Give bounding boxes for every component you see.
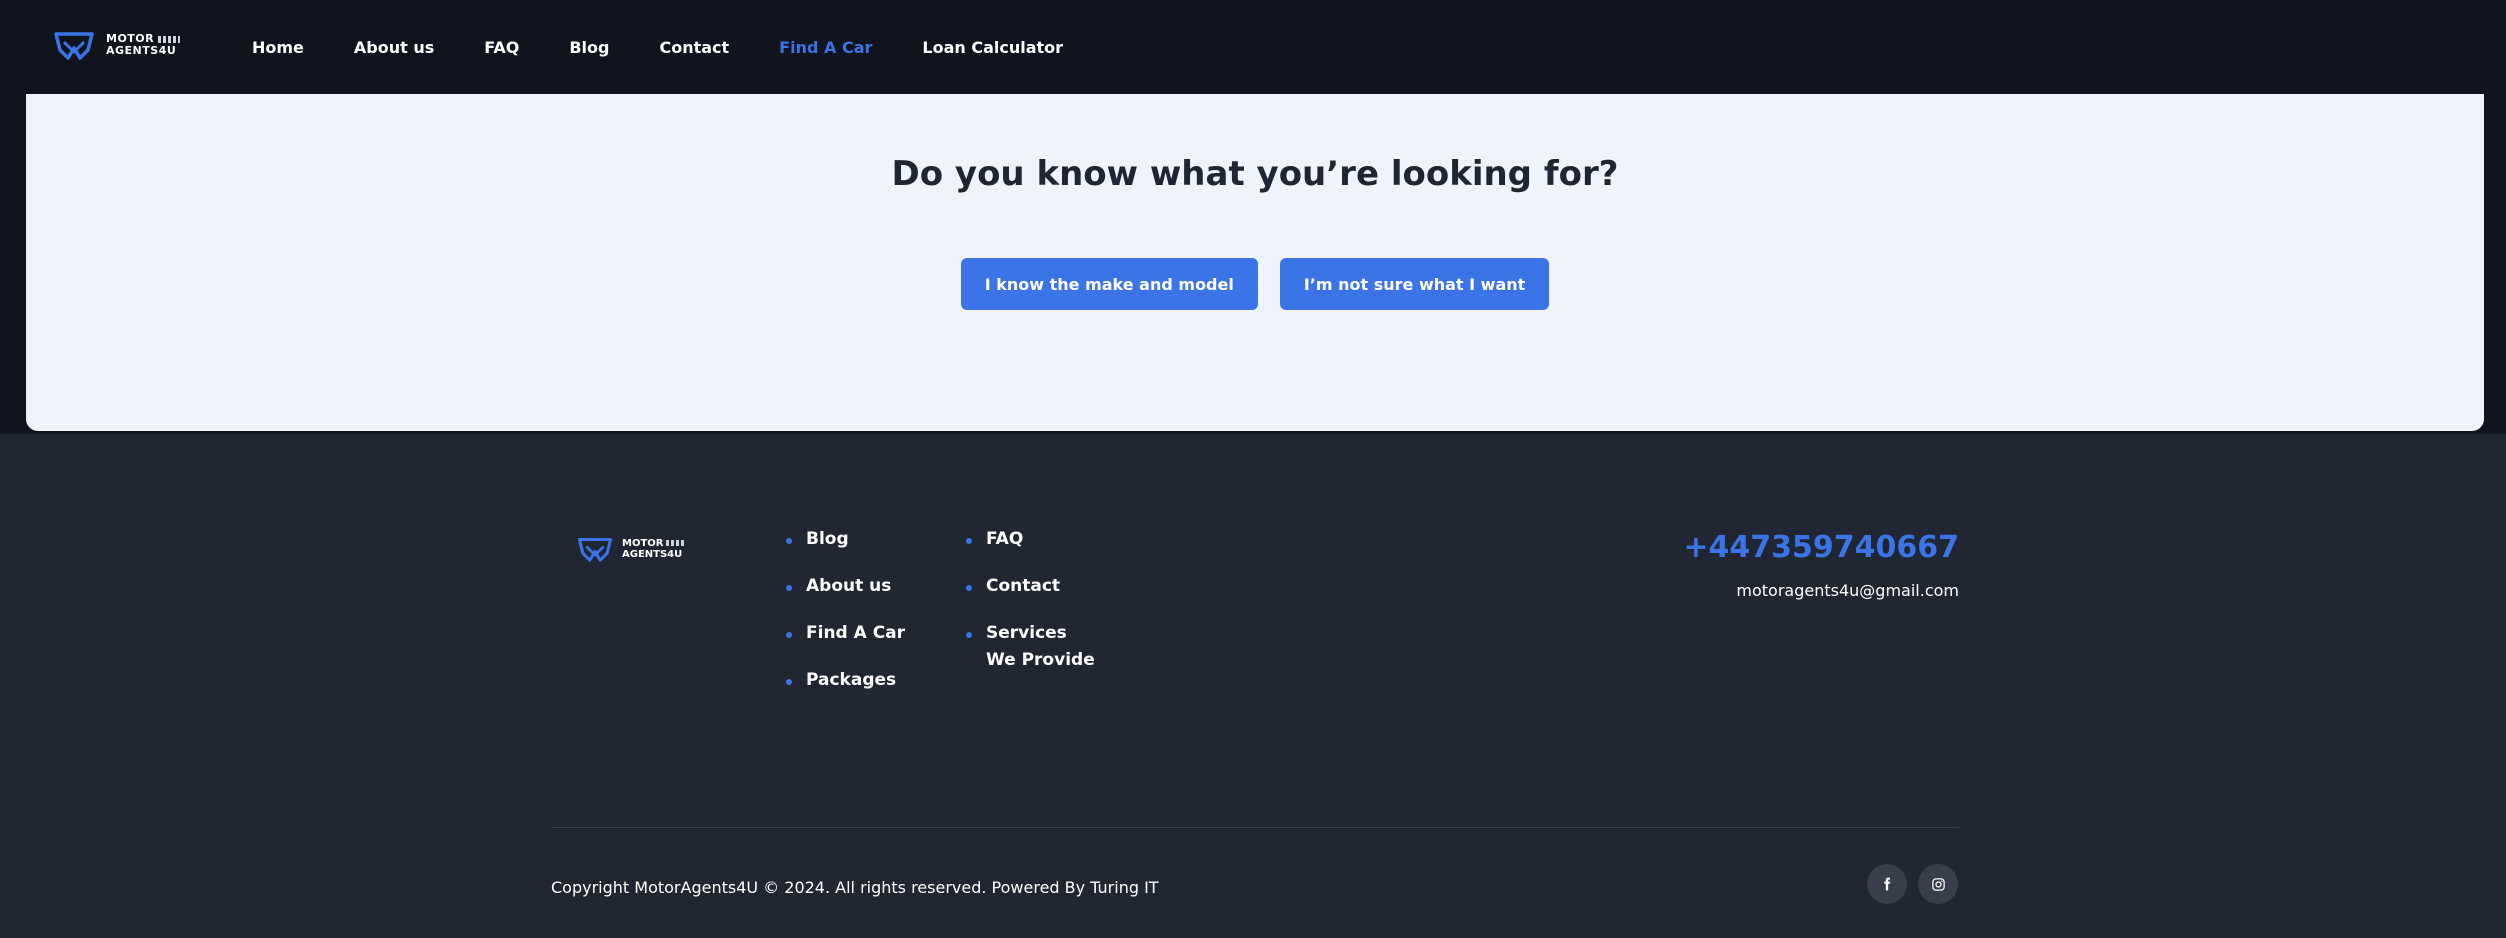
site-footer: MOTOR AGENTS4U Blog About us Find A Car … (0, 434, 2506, 938)
footer-divider (551, 827, 1959, 828)
not-sure-button[interactable]: I’m not sure what I want (1279, 258, 1550, 310)
footer-links-col1: Blog About us Find A Car Packages (786, 526, 905, 714)
copyright-text: Copyright MotorAgents4U © 2024. All righ… (551, 878, 1159, 897)
footer-link-about-us[interactable]: About us (786, 573, 905, 600)
logo-wordmark: MOTOR AGENTS4U (106, 33, 181, 57)
footer-logo-wordmark: MOTOR AGENTS4U (622, 538, 687, 560)
footer-logo[interactable]: MOTOR AGENTS4U (576, 534, 687, 564)
contact-email[interactable]: motoragents4u@gmail.com (1736, 581, 1959, 600)
nav-home[interactable]: Home (252, 38, 304, 57)
facebook-link[interactable] (1867, 864, 1907, 904)
footer-link-find-a-car[interactable]: Find A Car (786, 620, 905, 647)
nav-about-us[interactable]: About us (354, 38, 434, 57)
main-nav: Home About us FAQ Blog Contact Find A Ca… (252, 0, 1113, 94)
footer-logo-bars (666, 540, 687, 546)
facebook-icon (1884, 877, 1891, 891)
logo-bars (158, 35, 181, 43)
nav-loan-calculator[interactable]: Loan Calculator (922, 38, 1063, 57)
logo-icon (577, 537, 613, 562)
footer-logo-line2: AGENTS4U (622, 549, 683, 560)
nav-blog[interactable]: Blog (569, 38, 609, 57)
instagram-link[interactable] (1918, 864, 1958, 904)
nav-contact[interactable]: Contact (659, 38, 729, 57)
footer-link-blog[interactable]: Blog (786, 526, 905, 553)
footer-link-services[interactable]: Services We Provide (966, 620, 1096, 674)
nav-faq[interactable]: FAQ (484, 38, 519, 57)
know-make-model-button[interactable]: I know the make and model (960, 258, 1258, 310)
choice-buttons: I know the make and model I’m not sure w… (26, 258, 2484, 310)
footer-link-faq[interactable]: FAQ (966, 526, 1106, 553)
footer-link-contact[interactable]: Contact (966, 573, 1106, 600)
footer-logo-line1: MOTOR (622, 538, 664, 549)
site-header: MOTOR AGENTS4U Home About us FAQ Blog Co… (0, 0, 2506, 94)
page-title: Do you know what you’re looking for? (891, 154, 1619, 194)
footer-link-packages[interactable]: Packages (786, 667, 905, 694)
contact-phone[interactable]: +447359740667 (1683, 530, 1959, 565)
site-logo[interactable]: MOTOR AGENTS4U (52, 28, 181, 62)
logo-line2: AGENTS4U (106, 44, 177, 57)
footer-links-col2: FAQ Contact Services We Provide (966, 526, 1106, 694)
nav-find-a-car[interactable]: Find A Car (779, 38, 872, 57)
logo-icon (54, 32, 94, 60)
find-car-section: Do you know what you’re looking for? I k… (26, 94, 2484, 431)
instagram-icon (1931, 877, 1945, 891)
